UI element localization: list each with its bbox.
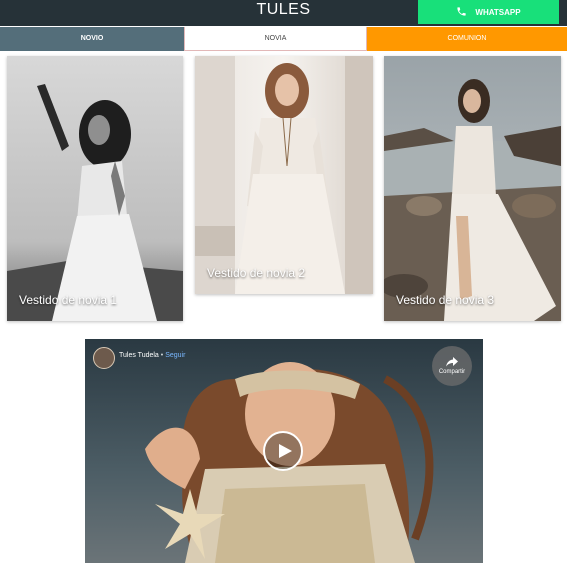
tab-novia[interactable]: NOVIA [184,27,367,51]
whatsapp-button[interactable]: WHATSAPP [418,0,559,24]
video-channel-line: Tules Tudela • Seguir [119,352,185,359]
video-embed[interactable]: Tules Tudela • Seguir Compartir [85,339,483,563]
share-button[interactable]: Compartir [432,346,472,386]
channel-name[interactable]: Tules Tudela [119,352,159,359]
share-icon [446,357,458,367]
channel-avatar[interactable] [93,347,115,369]
phone-icon [456,6,467,19]
channel-separator: • [160,352,164,359]
play-icon [278,444,292,458]
play-button[interactable] [263,431,303,471]
top-bar: TULES WHATSAPP [0,0,567,26]
follow-link[interactable]: Seguir [165,352,185,359]
whatsapp-label: WHATSAPP [475,7,521,17]
dress-photo-3 [384,56,561,321]
dress-card-2[interactable]: Vestido de novia 2 [195,56,373,294]
share-label: Compartir [438,369,466,375]
dress-caption-1: Vestido de novia 1 [19,293,118,307]
dress-photo-2 [195,56,373,294]
dress-card-1[interactable]: Vestido de novia 1 [7,56,183,321]
dress-photo-1 [7,56,183,321]
tab-comunion[interactable]: COMUNION [367,27,567,51]
category-tabs: NOVIO NOVIA COMUNION [0,27,567,51]
tab-novio[interactable]: NOVIO [0,27,184,51]
dress-caption-2: Vestido de novia 2 [207,266,306,280]
dress-card-3[interactable]: Vestido de novia 3 [384,56,561,321]
dress-caption-3: Vestido de novia 3 [396,293,495,307]
